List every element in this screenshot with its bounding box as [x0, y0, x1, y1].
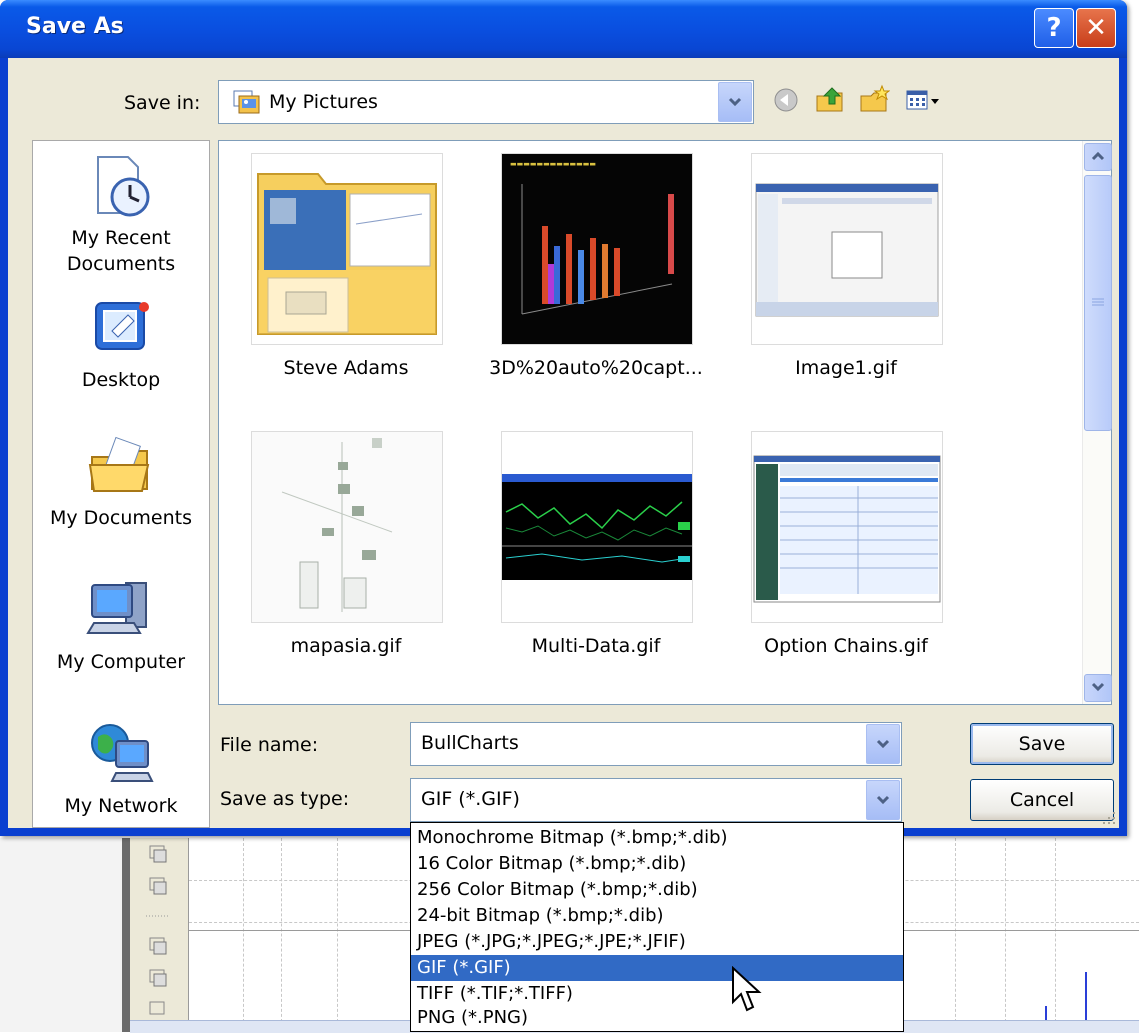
dropdown-option[interactable]: 256 Color Bitmap (*.bmp;*.dib)	[411, 877, 903, 903]
file-list-scrollbar[interactable]	[1082, 141, 1112, 704]
chevron-down-icon	[1091, 682, 1105, 692]
background-tool-icon	[149, 877, 167, 895]
cancel-button[interactable]: Cancel	[970, 779, 1114, 821]
recent-documents-icon	[97, 156, 150, 217]
dropdown-option[interactable]: JPEG (*.JPG;*.JPEG;*.JPE;*.JFIF)	[411, 929, 903, 955]
file-name-label: Multi-Data.gif	[531, 635, 661, 657]
mouse-cursor-icon	[732, 966, 762, 1012]
save-as-type-value: GIF (*.GIF)	[421, 788, 520, 810]
scroll-down-button[interactable]	[1084, 674, 1112, 702]
background-drawing-toolbar	[130, 838, 189, 1032]
file-item-steve-adams[interactable]	[251, 153, 443, 345]
file-thumbnail-spreadsheet	[753, 455, 941, 603]
back-icon[interactable]	[770, 84, 802, 116]
save-as-type-label: Save as type:	[220, 788, 350, 810]
file-thumbnail-stock-chart	[502, 474, 692, 580]
place-label: Documents	[66, 253, 176, 275]
file-name-label: Steve Adams	[283, 357, 409, 379]
up-folder-icon[interactable]	[814, 84, 846, 116]
background-sidebar	[0, 838, 122, 1032]
scroll-up-button[interactable]	[1084, 143, 1112, 171]
dropdown-option[interactable]: TIFF (*.TIF;*.TIFF)	[411, 981, 903, 1007]
save-in-label: Save in:	[124, 92, 201, 114]
my-computer-icon	[86, 582, 147, 634]
place-my-recent-documents[interactable]: My Recent Documents	[33, 151, 209, 277]
save-as-type-dropdown-button[interactable]	[866, 780, 900, 820]
chevron-down-icon	[876, 795, 890, 805]
file-name-label: mapasia.gif	[290, 635, 402, 657]
chevron-down-icon	[876, 739, 890, 749]
dropdown-option-selected[interactable]: GIF (*.GIF)	[411, 955, 903, 981]
save-as-dialog: Save As ? ✕ Save in: My Pictures My Rece…	[0, 0, 1127, 836]
chevron-up-icon	[1091, 151, 1105, 161]
background-grip-icon	[146, 915, 170, 917]
file-item-3d-auto-capture[interactable]: ▬▬▬▬▬▬▬▬▬▬▬▬▬	[501, 153, 693, 345]
place-label: My Documents	[49, 507, 192, 529]
place-label: Desktop	[81, 369, 161, 391]
place-my-documents[interactable]: My Documents	[33, 431, 209, 531]
folder-icon	[257, 173, 437, 335]
place-label: My Computer	[56, 651, 186, 673]
place-label: My Recent	[71, 227, 171, 249]
background-tool-icon	[149, 1001, 165, 1015]
file-name-value: BullCharts	[421, 732, 519, 754]
file-name-dropdown-button[interactable]	[866, 724, 900, 764]
save-as-type-select[interactable]: GIF (*.GIF)	[410, 778, 902, 822]
svg-text:▬▬▬▬▬▬▬▬▬▬▬▬▬: ▬▬▬▬▬▬▬▬▬▬▬▬▬	[510, 160, 596, 168]
file-name-input[interactable]: BullCharts	[410, 722, 902, 766]
dropdown-option[interactable]: 24-bit Bitmap (*.bmp;*.dib)	[411, 903, 903, 929]
my-network-icon	[91, 724, 154, 782]
save-in-combo[interactable]: My Pictures	[218, 80, 754, 124]
file-item-multi-data[interactable]	[501, 431, 693, 623]
dropdown-option[interactable]: 16 Color Bitmap (*.bmp;*.dib)	[411, 851, 903, 877]
file-thumbnail-screenshot	[755, 183, 939, 317]
my-documents-icon	[88, 436, 150, 492]
background-splitter	[122, 838, 130, 1032]
desktop-icon	[95, 302, 149, 350]
background-tool-icon	[149, 937, 167, 955]
file-name-label: 3D%20auto%20capt...	[489, 357, 703, 379]
file-list[interactable]: ▬▬▬▬▬▬▬▬▬▬▬▬▬ Steve Adams 3D%20auto%20ca…	[218, 140, 1112, 705]
place-my-computer[interactable]: My Computer	[33, 575, 209, 675]
file-item-mapasia[interactable]	[251, 431, 443, 623]
grip-lines-icon	[1092, 298, 1104, 306]
save-button[interactable]: Save	[970, 723, 1114, 765]
close-button[interactable]: ✕	[1076, 8, 1116, 48]
file-thumbnail-flowchart	[252, 432, 442, 622]
file-thumbnail-3d-chart: ▬▬▬▬▬▬▬▬▬▬▬▬▬	[502, 154, 692, 344]
file-item-option-chains[interactable]	[751, 431, 943, 623]
file-item-image1[interactable]	[751, 153, 943, 345]
save-as-type-dropdown-list[interactable]: Monochrome Bitmap (*.bmp;*.dib) 16 Color…	[410, 822, 904, 1032]
dropdown-option[interactable]: PNG (*.PNG)	[411, 1005, 903, 1031]
background-tool-icon	[149, 969, 167, 987]
dialog-client-area: Save in: My Pictures My Recent Documents…	[8, 58, 1119, 828]
file-name-label: File name:	[220, 734, 319, 756]
help-button[interactable]: ?	[1034, 8, 1074, 48]
save-in-dropdown-button[interactable]	[718, 82, 752, 122]
places-bar: My Recent Documents Desktop My Documents…	[32, 140, 210, 828]
save-in-value: My Pictures	[269, 91, 378, 113]
file-name-label: Image1.gif	[795, 357, 897, 379]
place-label: My Network	[64, 795, 178, 817]
file-name-label: Option Chains.gif	[764, 635, 928, 657]
place-my-network[interactable]: My Network	[33, 719, 209, 819]
chevron-down-icon	[728, 97, 742, 107]
dialog-title: Save As	[26, 14, 124, 39]
new-folder-icon[interactable]	[858, 84, 890, 116]
title-bar[interactable]: Save As ? ✕	[0, 0, 1127, 58]
scroll-thumb[interactable]	[1084, 175, 1112, 431]
views-menu-icon[interactable]	[904, 84, 944, 116]
place-desktop[interactable]: Desktop	[33, 293, 209, 393]
resize-grip-icon[interactable]	[1099, 808, 1117, 826]
dropdown-option[interactable]: Monochrome Bitmap (*.bmp;*.dib)	[411, 825, 903, 851]
background-tool-icon	[149, 845, 167, 863]
my-pictures-icon	[233, 90, 260, 114]
